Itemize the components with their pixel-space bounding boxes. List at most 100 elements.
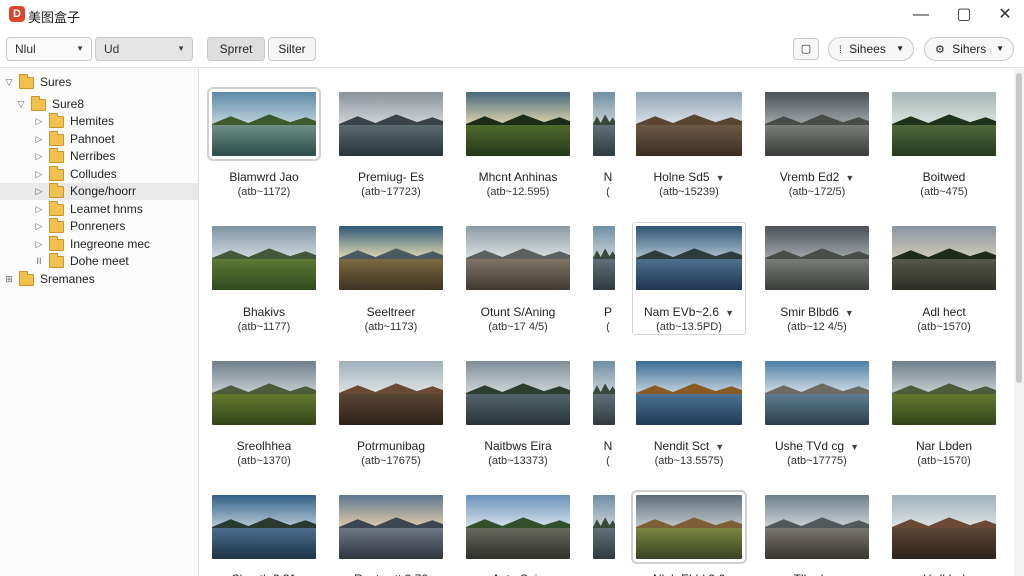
photo-thumbnail[interactable]: [466, 92, 570, 156]
expander-icon[interactable]: ▷: [34, 218, 44, 235]
source-dropdown-label: Ud: [104, 42, 120, 56]
close-button[interactable]: ✕: [992, 4, 1018, 26]
photo-thumbnail[interactable]: [892, 92, 996, 156]
sidebar-item[interactable]: ▷ Leamet hnms: [0, 201, 198, 218]
view-dropdown[interactable]: Nlul ▼: [6, 37, 92, 61]
sidebar-item[interactable]: ⊞ Sremanes: [0, 271, 198, 288]
photo-thumbnail[interactable]: [593, 495, 615, 559]
photo-name-text: Premiug- Es: [357, 170, 425, 184]
expander-icon[interactable]: ▽: [4, 74, 14, 91]
photo-resolution: (atb~17675): [361, 455, 421, 467]
sidebar-item[interactable]: ▽ Sures: [0, 74, 198, 91]
filter-button[interactable]: Silter: [268, 37, 316, 61]
photo-resolution: (atb~13.5PD): [656, 321, 722, 333]
photo-thumbnail[interactable]: [631, 490, 747, 564]
source-dropdown[interactable]: Ud ▼: [95, 37, 193, 61]
sidebar-item-label: Leamet hnms: [70, 202, 143, 216]
photo-resolution: (atb~475): [920, 186, 968, 198]
photo-name: Rentwett 2.70: [331, 572, 451, 576]
photo-thumbnail[interactable]: [466, 495, 570, 559]
photo-name-text: Sheath 2.31: [232, 572, 297, 576]
photo-thumbnail[interactable]: [636, 361, 742, 425]
folder-icon: [19, 271, 34, 286]
expander-icon[interactable]: ▷: [34, 113, 44, 130]
photo-thumbnail[interactable]: [339, 92, 443, 156]
thumbnail-ground: [765, 125, 869, 156]
photo-thumbnail[interactable]: [466, 226, 570, 290]
sidebar-item-label: Nerribes: [70, 149, 116, 163]
photo-name-text: Vremb Ed2: [779, 170, 840, 184]
photo-resolution: (atb~12.595): [486, 186, 550, 198]
sidebar-item[interactable]: ▷ Colludes: [0, 166, 198, 183]
photo-thumbnail[interactable]: [765, 226, 869, 290]
photo-thumbnail[interactable]: [339, 226, 443, 290]
sidebar-item[interactable]: ▽ Sure8: [0, 96, 198, 113]
expander-icon[interactable]: ▽: [16, 96, 26, 113]
settings-dropdown[interactable]: ⚙ Sihers ▼: [924, 37, 1014, 61]
chevron-down-icon[interactable]: ▼: [845, 173, 854, 183]
thumbnail-ground: [765, 394, 869, 425]
photo-thumbnail[interactable]: [593, 226, 615, 290]
view-dropdown-label: Nlul: [15, 42, 36, 56]
photo-name: Nar Lbden: [884, 439, 1004, 453]
scrollbar[interactable]: [1014, 69, 1024, 576]
photo-thumbnail[interactable]: [212, 226, 316, 290]
photo-thumbnail[interactable]: [636, 92, 742, 156]
maximize-button[interactable]: ▢: [951, 4, 977, 26]
chevron-down-icon[interactable]: ▼: [715, 442, 724, 452]
panel-icon: ▢: [800, 43, 812, 55]
sidebar-item-label: Sures: [40, 75, 72, 89]
photo-name: Naitbws Eira: [458, 439, 578, 453]
sidebar-item[interactable]: ▷ Hemites: [0, 113, 198, 130]
photo-thumbnail[interactable]: [466, 361, 570, 425]
photo-thumbnail[interactable]: [765, 495, 869, 559]
folder-icon: [49, 218, 64, 233]
expander-icon[interactable]: ▷: [34, 131, 44, 148]
photo-name: Blamwrd Jao: [204, 170, 324, 184]
sidebar-item[interactable]: ▷ Ponreners: [0, 218, 198, 235]
sidebar-item[interactable]: II Dohe meet: [0, 253, 198, 270]
thumbnail-ground: [636, 528, 742, 559]
scrollbar-thumb[interactable]: [1016, 73, 1022, 383]
chevron-down-icon[interactable]: ▼: [845, 308, 854, 318]
expander-icon[interactable]: ▷: [34, 201, 44, 218]
photo-thumbnail[interactable]: [339, 361, 443, 425]
photo-thumbnail[interactable]: [892, 361, 996, 425]
thumbnail-ground: [212, 259, 316, 290]
photo-name: Nlnb Ebld 2.6: [629, 572, 749, 576]
sidebar-item-label: Konge/hoorr: [70, 184, 137, 198]
photo-resolution: (atb~172/5): [788, 186, 846, 198]
photo-thumbnail[interactable]: [593, 361, 615, 425]
sidebar-item[interactable]: ▷ Inegreone mec: [0, 236, 198, 253]
photo-thumbnail[interactable]: [212, 495, 316, 559]
size-dropdown[interactable]: ⁞ Sihees ▼: [828, 37, 914, 61]
photo-thumbnail[interactable]: [339, 495, 443, 559]
expander-icon[interactable]: ▷: [34, 148, 44, 165]
photo-thumbnail[interactable]: [765, 92, 869, 156]
thumbnail-ground: [339, 125, 443, 156]
photo-thumbnail[interactable]: [207, 87, 321, 161]
panel-toggle-button[interactable]: ▢: [793, 38, 819, 60]
photo-thumbnail[interactable]: [765, 361, 869, 425]
chevron-down-icon[interactable]: ▼: [850, 442, 859, 452]
minimize-button[interactable]: —: [908, 4, 934, 26]
expander-icon[interactable]: II: [34, 253, 44, 270]
expander-icon[interactable]: ⊞: [4, 271, 14, 288]
photo-thumbnail[interactable]: [593, 92, 615, 156]
photo-resolution: (: [606, 186, 610, 198]
expander-icon[interactable]: ▷: [34, 166, 44, 183]
photo-resolution: (atb~17 4/5): [488, 321, 548, 333]
sidebar-item-label: Dohe meet: [70, 254, 129, 268]
photo-thumbnail[interactable]: [212, 361, 316, 425]
photo-thumbnail[interactable]: [892, 495, 996, 559]
sidebar-item[interactable]: ▷ Konge/hoorr: [0, 183, 198, 200]
sidebar-item-label: Colludes: [70, 167, 117, 181]
sidebar-item[interactable]: ▷ Nerribes: [0, 148, 198, 165]
chevron-down-icon[interactable]: ▼: [725, 308, 734, 318]
photo-thumbnail[interactable]: [892, 226, 996, 290]
sidebar-item[interactable]: ▷ Pahnoet: [0, 131, 198, 148]
chevron-down-icon[interactable]: ▼: [716, 173, 725, 183]
sort-button[interactable]: Sprret: [207, 37, 265, 61]
expander-icon[interactable]: ▷: [34, 236, 44, 253]
expander-icon[interactable]: ▷: [34, 183, 44, 200]
